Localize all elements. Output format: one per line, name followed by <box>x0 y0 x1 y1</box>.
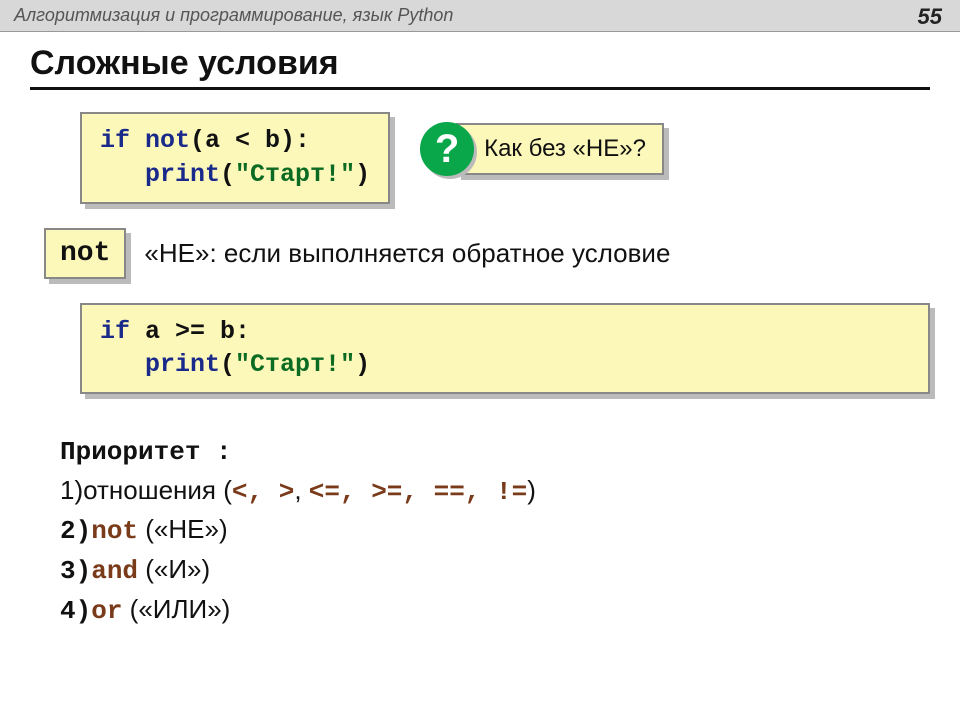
priority-line-4: 4)or («ИЛИ») <box>60 591 930 631</box>
str-literal: "Старт!" <box>235 160 355 189</box>
code-seg: a >= b: <box>130 317 250 346</box>
kw-if: if <box>100 317 130 346</box>
p2-num: 2) <box>60 516 91 546</box>
p4-text: («ИЛИ») <box>122 594 230 624</box>
code-seg: ( <box>220 350 235 379</box>
str-literal: "Старт!" <box>235 350 355 379</box>
code-seg: ) <box>355 160 370 189</box>
code-box-1: if not(a < b): print("Старт!") <box>80 112 390 204</box>
priority-line-3: 3)and («И») <box>60 551 930 591</box>
p3-op: and <box>91 556 138 586</box>
p4-op: or <box>91 596 122 626</box>
kw-not: not <box>130 126 190 155</box>
question-callout: ? Как без «НЕ»? <box>420 122 664 176</box>
page-title: Сложные условия <box>30 44 930 90</box>
kw-print: print <box>100 160 220 189</box>
code-seg: ) <box>355 350 370 379</box>
p2-op: not <box>91 516 138 546</box>
header-title: Алгоритмизация и программирование, язык … <box>14 5 453 26</box>
not-description: «НЕ»: если выполняется обратное условие <box>144 238 670 269</box>
header-bar: Алгоритмизация и программирование, язык … <box>0 0 960 32</box>
question-mark-icon: ? <box>420 122 474 176</box>
kw-print: print <box>100 350 220 379</box>
not-box: not <box>44 228 126 279</box>
p1-ops: <, > <box>232 477 294 507</box>
priority-line-1: 1)отношения (<, >, <=, >=, ==, !=) <box>60 472 930 512</box>
row-not: not «НЕ»: если выполняется обратное усло… <box>44 228 930 279</box>
slide-content: Сложные условия if not(a < b): print("Ст… <box>0 32 960 630</box>
code-seg: ( <box>220 160 235 189</box>
p1-ops: <=, >=, ==, != <box>309 477 527 507</box>
p1-text: 1)отношения ( <box>60 475 232 505</box>
p2-text: («НЕ») <box>138 514 228 544</box>
p1-text: , <box>294 475 308 505</box>
p3-text: («И») <box>138 554 210 584</box>
page-number: 55 <box>918 4 942 30</box>
p1-text: ) <box>527 475 536 505</box>
p3-num: 3) <box>60 556 91 586</box>
code-seg: (a < b): <box>190 126 310 155</box>
code-box-2: if a >= b: print("Старт!") <box>80 303 930 395</box>
p4-num: 4) <box>60 596 91 626</box>
kw-if: if <box>100 126 130 155</box>
priority-title: Приоритет : <box>60 434 930 472</box>
row-code2: if a >= b: print("Старт!") <box>80 303 930 395</box>
row-code1: if not(a < b): print("Старт!") ? Как без… <box>80 112 930 204</box>
priority-block: Приоритет : 1)отношения (<, >, <=, >=, =… <box>60 434 930 630</box>
priority-line-2: 2)not («НЕ») <box>60 511 930 551</box>
question-text: Как без «НЕ»? <box>456 123 664 175</box>
